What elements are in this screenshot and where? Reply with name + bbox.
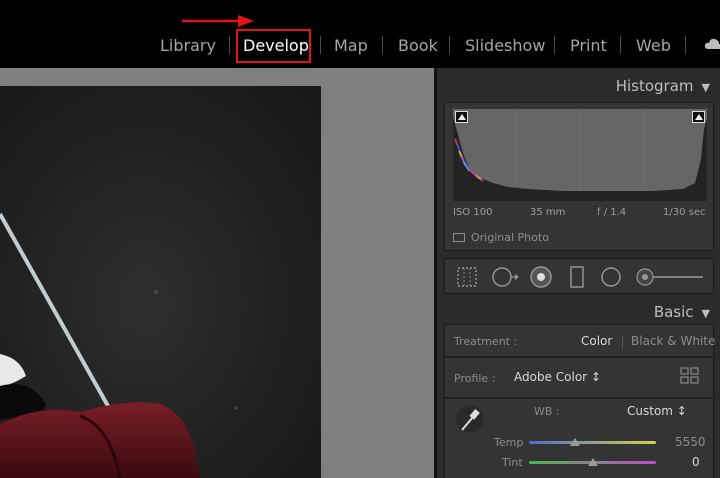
module-separator (449, 36, 450, 54)
module-library[interactable]: Library (160, 36, 216, 55)
module-separator (320, 36, 321, 54)
crop-tool-icon[interactable] (455, 265, 479, 289)
photo-canvas[interactable] (0, 68, 434, 478)
eyedropper-icon[interactable] (455, 403, 485, 435)
exif-focal-length: 35 mm (530, 207, 566, 218)
photo-content (0, 86, 321, 478)
module-web[interactable]: Web (636, 36, 671, 55)
spot-removal-icon[interactable] (491, 265, 521, 289)
grid-icon[interactable] (680, 367, 700, 385)
profile-dropdown[interactable]: Adobe Color ↕ (514, 370, 601, 384)
wb-label: WB : (534, 405, 560, 418)
module-book[interactable]: Book (398, 36, 438, 55)
row-divider (445, 356, 715, 358)
original-photo-label: Original Photo (471, 231, 549, 244)
row-divider (445, 397, 715, 399)
collapse-triangle-icon[interactable]: ▼ (702, 307, 710, 320)
histogram-graph[interactable] (453, 109, 707, 201)
tint-slider-thumb[interactable] (587, 458, 598, 466)
exif-iso: ISO 100 (453, 207, 493, 218)
exif-aperture: f / 1.4 (597, 207, 627, 218)
histogram-title: Histogram (615, 77, 694, 95)
treatment-separator (622, 335, 623, 349)
treatment-label: Treatment : (454, 335, 518, 348)
red-eye-icon[interactable] (529, 265, 553, 289)
collapse-triangle-icon[interactable]: ▼ (702, 81, 710, 94)
radial-filter-icon[interactable] (599, 265, 623, 289)
develop-highlight-box (236, 29, 311, 63)
module-separator (229, 36, 230, 54)
treatment-color-option[interactable]: Color (581, 334, 612, 348)
graduated-filter-icon[interactable] (569, 265, 585, 289)
module-separator (620, 36, 621, 54)
module-separator (685, 36, 686, 54)
basic-panel: Treatment : Color Black & White Profile … (444, 324, 715, 478)
tint-value[interactable]: 0 (692, 455, 700, 469)
arrow-annotation (182, 15, 254, 27)
module-map[interactable]: Map (334, 36, 368, 55)
profile-label: Profile : (454, 372, 496, 385)
temp-slider-track[interactable] (529, 441, 656, 444)
module-bar: Library Develop Map Book Slideshow Print… (0, 0, 720, 68)
wb-dropdown[interactable]: Custom ↕ (627, 404, 687, 418)
exif-shutter: 1/30 sec (663, 207, 706, 218)
module-separator (382, 36, 383, 54)
module-picker: Library Develop Map Book Slideshow Print… (0, 32, 720, 60)
photo-image[interactable] (0, 86, 321, 478)
module-slideshow[interactable]: Slideshow (465, 36, 545, 55)
basic-title: Basic (653, 303, 694, 321)
module-separator (554, 36, 555, 54)
treatment-bw-option[interactable]: Black & White (631, 334, 715, 348)
histogram-curve (453, 109, 707, 201)
original-photo-checkbox[interactable] (453, 233, 465, 242)
adjustment-brush-icon[interactable] (635, 265, 707, 289)
right-panel: Histogram ▼ ISO 100 35 mm f / 1.4 1/30 se… (434, 68, 720, 478)
module-print[interactable]: Print (570, 36, 607, 55)
histogram-panel: ISO 100 35 mm f / 1.4 1/30 sec Original … (444, 102, 714, 251)
original-photo-toggle[interactable]: Original Photo (453, 231, 549, 244)
tint-label: Tint (502, 456, 523, 469)
temp-value[interactable]: 5550 (675, 435, 706, 449)
temp-slider-thumb[interactable] (569, 438, 580, 446)
histogram-header[interactable]: Histogram ▼ (616, 77, 710, 95)
highlight-clip-indicator-icon[interactable] (692, 111, 705, 123)
basic-header[interactable]: Basic ▼ (654, 303, 710, 321)
cloud-icon[interactable] (704, 36, 720, 50)
temp-label: Temp (494, 436, 524, 449)
shadow-clip-indicator-icon[interactable] (455, 111, 468, 123)
tool-strip (444, 258, 714, 294)
